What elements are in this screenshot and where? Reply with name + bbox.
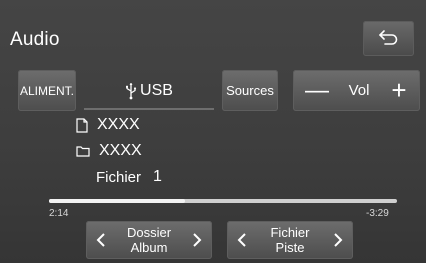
folder-album-nav: Dossier Album <box>86 221 212 259</box>
audio-screen: Audio ALIMENT. USB Sources — Vol + XXXX … <box>0 0 426 263</box>
elapsed-time: 2:14 <box>49 208 69 219</box>
chevron-right-icon <box>334 233 343 247</box>
file-number: 1 <box>153 168 162 185</box>
volume-down-button[interactable]: — <box>298 70 336 111</box>
next-folder-button[interactable] <box>186 221 208 259</box>
file-name: XXXX <box>97 116 140 133</box>
chevron-left-icon <box>96 233 105 247</box>
volume-label: Vol <box>348 82 370 99</box>
file-icon <box>76 117 88 133</box>
source-label: USB <box>140 81 173 99</box>
back-arrow-icon <box>379 30 398 45</box>
chevron-left-icon <box>237 233 246 247</box>
power-button[interactable]: ALIMENT. <box>18 70 76 111</box>
track-label: Piste <box>275 240 305 255</box>
file-track-label: Fichier Piste <box>251 225 329 255</box>
remaining-time: -3:29 <box>366 208 389 219</box>
sources-button[interactable]: Sources <box>222 70 278 111</box>
progress-bar[interactable] <box>49 199 397 203</box>
source-tab-usb[interactable]: USB <box>84 70 214 111</box>
file-label: Fichier <box>270 225 310 240</box>
file-number-label: Fichier <box>96 168 142 186</box>
file-number-row: Fichier 1 <box>96 168 162 186</box>
folder-icon <box>76 146 90 157</box>
previous-folder-button[interactable] <box>90 221 112 259</box>
chevron-right-icon <box>193 233 202 247</box>
header: Audio <box>0 0 426 66</box>
folder-label: Dossier <box>126 225 172 240</box>
folder-name-row: XXXX <box>76 142 142 160</box>
file-name-row: XXXX <box>76 116 140 134</box>
progress-bar-fill <box>49 199 185 203</box>
folder-name: XXXX <box>99 142 142 159</box>
volume-control: — Vol + <box>293 70 420 111</box>
back-button[interactable] <box>363 21 414 56</box>
source-tab-indicator <box>84 108 214 110</box>
usb-icon <box>126 82 137 99</box>
page-title: Audio <box>10 29 60 50</box>
album-label: Album <box>130 240 168 255</box>
file-track-nav: Fichier Piste <box>227 221 353 259</box>
next-track-button[interactable] <box>327 221 349 259</box>
folder-album-label: Dossier Album <box>110 225 188 255</box>
previous-track-button[interactable] <box>231 221 253 259</box>
volume-up-button[interactable]: + <box>381 70 417 111</box>
